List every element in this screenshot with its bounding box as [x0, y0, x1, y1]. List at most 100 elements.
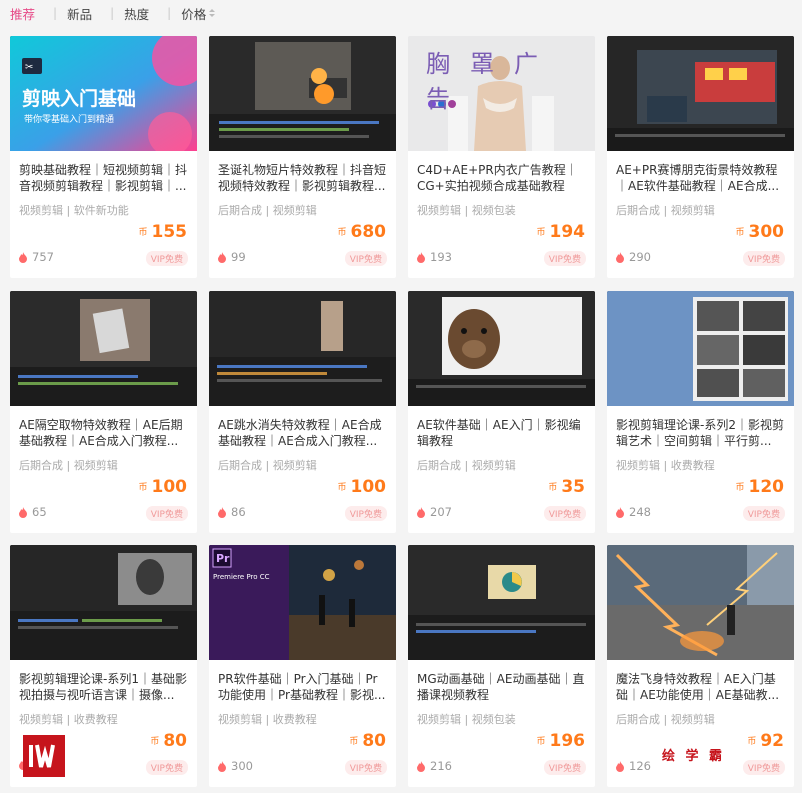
course-thumbnail[interactable] [209, 291, 396, 406]
course-price: 币 194 [536, 222, 585, 242]
course-card[interactable]: AE隔空取物特效教程｜AE后期基础教程｜AE合成入门教程... 后期合成 | 视… [10, 291, 197, 533]
course-tags: 视频剪辑 | 视频包装 [417, 204, 516, 217]
course-title[interactable]: AE隔空取物特效教程｜AE后期基础教程｜AE合成入门教程... [19, 417, 189, 449]
flame-icon [616, 506, 624, 518]
course-price: 币 92 [747, 731, 784, 751]
course-price: 币 80 [150, 731, 187, 751]
course-price: 币 196 [536, 731, 585, 751]
currency-symbol: 币 [536, 228, 546, 238]
view-count-value: 300 [231, 759, 253, 773]
course-thumbnail[interactable]: ✂ 剪映入门基础 带你零基础入门到精通 [10, 36, 197, 151]
course-thumbnail[interactable] [607, 291, 794, 406]
course-card[interactable]: ✂ 剪映入门基础 带你零基础入门到精通 剪映基础教程｜短视频剪辑｜抖音视频剪辑教… [10, 36, 197, 278]
course-card[interactable]: 胸罩广告 C4D+AE+PR内衣广告教程｜CG+实拍视频合成基础教程 视频剪辑 … [408, 36, 595, 278]
course-tags: 视频剪辑 | 收费教程 [19, 713, 118, 726]
currency-symbol: 币 [138, 228, 148, 238]
course-title[interactable]: AE跳水消失特效教程｜AE合成基础教程｜AE合成入门教程... [218, 417, 388, 449]
thumb-editor-image [607, 36, 794, 151]
course-card[interactable]: MG动画基础｜AE动画基础｜直播课视频教程 视频剪辑 | 视频包装 币 196 2… [408, 545, 595, 787]
course-thumbnail[interactable] [607, 36, 794, 151]
tab-price-label: 价格 [181, 6, 207, 22]
course-title[interactable]: AE软件基础｜AE入门｜影视编辑教程 [417, 417, 587, 449]
course-title[interactable]: 魔法飞身特效教程｜AE入门基础｜AE功能使用｜AE基础教... [616, 671, 786, 703]
course-tags: 后期合成 | 视频剪辑 [616, 204, 715, 217]
thumb-editor-image [10, 545, 197, 660]
thumb-subtitle: 带你零基础入门到精通 [24, 115, 115, 125]
course-thumbnail[interactable]: 胸罩广告 [408, 36, 595, 151]
course-title[interactable]: C4D+AE+PR内衣广告教程｜CG+实拍视频合成基础教程 [417, 162, 587, 194]
course-title[interactable]: PR软件基础｜Pr入门基础｜Pr功能使用｜Pr基础教程｜影视... [218, 671, 388, 703]
svg-text:✂: ✂ [25, 62, 33, 73]
course-thumbnail[interactable] [408, 291, 595, 406]
price-value: 194 [549, 222, 586, 242]
currency-symbol: 币 [337, 228, 347, 238]
vip-free-badge: VIP免费 [742, 760, 785, 775]
course-thumbnail[interactable] [209, 36, 396, 151]
view-count: 65 [19, 505, 47, 519]
price-value: 100 [151, 477, 188, 497]
view-count-value: 207 [430, 505, 452, 519]
course-tags: 视频剪辑 | 视频包装 [417, 713, 516, 726]
tab-new[interactable]: 新品 [57, 4, 92, 23]
thumb-title: Pr [216, 552, 230, 565]
course-card[interactable]: Pr Premiere Pro CC PR软件基础｜Pr入门基础｜Pr功能使用｜… [209, 545, 396, 787]
view-count-value: 99 [231, 250, 246, 264]
flame-icon [616, 251, 624, 263]
tab-price[interactable]: 价格 [171, 4, 216, 23]
course-title[interactable]: AE+PR赛博朋克街景特效教程｜AE软件基础教程｜AE合成... [616, 162, 786, 194]
view-count: 216 [417, 759, 452, 773]
course-tags: 后期合成 | 视频剪辑 [417, 459, 516, 472]
course-thumbnail[interactable] [10, 545, 197, 660]
currency-symbol: 币 [548, 483, 558, 493]
thumb-title: 胸罩广告 [426, 50, 558, 113]
price-value: 100 [350, 477, 387, 497]
view-count: 248 [616, 505, 651, 519]
course-tags: 后期合成 | 视频剪辑 [218, 204, 317, 217]
course-card[interactable]: AE跳水消失特效教程｜AE合成基础教程｜AE合成入门教程... 后期合成 | 视… [209, 291, 396, 533]
course-title[interactable]: 影视剪辑理论课-系列1｜基础影视拍摄与视听语言课｜摄像... [19, 671, 189, 703]
currency-symbol: 币 [735, 483, 745, 493]
course-price: 币 80 [349, 731, 386, 751]
course-price: 币 120 [735, 477, 784, 497]
course-price: 币 100 [138, 477, 187, 497]
watermark-logo [23, 735, 65, 777]
course-title[interactable]: 圣诞礼物短片特效教程｜抖音短视频特效教程｜影视剪辑教程... [218, 162, 388, 194]
watermark-logo-icon [23, 735, 65, 777]
vip-free-badge: VIP免费 [543, 251, 586, 266]
course-thumbnail[interactable]: Pr Premiere Pro CC [209, 545, 396, 660]
course-thumbnail[interactable] [10, 291, 197, 406]
course-card[interactable]: AE+PR赛博朋克街景特效教程｜AE软件基础教程｜AE合成... 后期合成 | … [607, 36, 794, 278]
course-tags: 后期合成 | 视频剪辑 [19, 459, 118, 472]
thumb-editor-image [408, 545, 595, 660]
price-value: 92 [760, 731, 784, 751]
course-card[interactable]: AE软件基础｜AE入门｜影视编辑教程 后期合成 | 视频剪辑 币 35 207 V… [408, 291, 595, 533]
view-count-value: 248 [629, 505, 651, 519]
tab-hot[interactable]: 热度 [114, 4, 149, 23]
course-title[interactable]: 影视剪辑理论课-系列2｜影视剪辑艺术｜空间剪辑｜平行剪... [616, 417, 786, 449]
thumb-storyboard-image [607, 291, 794, 406]
thumb-premiere-image [209, 545, 396, 660]
thumb-title: 剪映入门基础 [22, 88, 137, 110]
course-thumbnail[interactable] [607, 545, 794, 660]
course-card[interactable]: 圣诞礼物短片特效教程｜抖音短视频特效教程｜影视剪辑教程... 后期合成 | 视频… [209, 36, 396, 278]
currency-symbol: 币 [150, 737, 160, 747]
view-count: 757 [19, 250, 54, 264]
price-value: 35 [561, 477, 585, 497]
view-count-value: 216 [430, 759, 452, 773]
thumb-editor-image [209, 291, 396, 406]
price-value: 155 [151, 222, 188, 242]
vip-free-badge: VIP免费 [543, 760, 586, 775]
course-title[interactable]: MG动画基础｜AE动画基础｜直播课视频教程 [417, 671, 587, 703]
tab-recommended[interactable]: 推荐 [0, 4, 35, 23]
view-count-value: 757 [32, 250, 54, 264]
currency-symbol: 币 [337, 483, 347, 493]
course-card[interactable]: 影视剪辑理论课-系列2｜影视剪辑艺术｜空间剪辑｜平行剪... 视频剪辑 | 收费… [607, 291, 794, 533]
flame-icon [218, 506, 226, 518]
flame-icon [417, 251, 425, 263]
view-count: 99 [218, 250, 246, 264]
course-thumbnail[interactable] [408, 545, 595, 660]
vip-free-badge: VIP免费 [344, 251, 387, 266]
course-title[interactable]: 剪映基础教程｜短视频剪辑｜抖音视频剪辑教程｜影视剪辑｜... [19, 162, 189, 194]
flame-icon [417, 506, 425, 518]
view-count: 207 [417, 505, 452, 519]
